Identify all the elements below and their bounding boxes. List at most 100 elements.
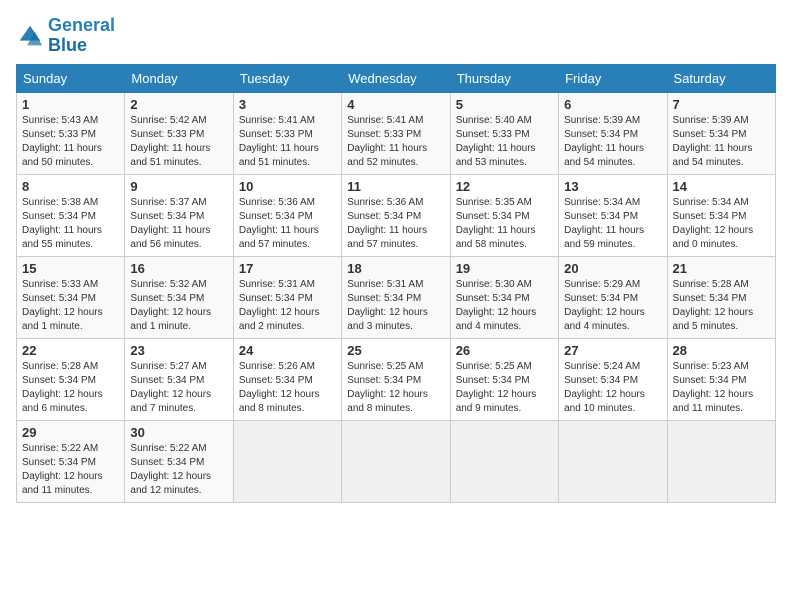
day-number: 18	[347, 261, 444, 276]
calendar-cell: 29 Sunrise: 5:22 AMSunset: 5:34 PMDayligh…	[17, 420, 125, 502]
day-number: 28	[673, 343, 770, 358]
calendar-cell	[667, 420, 775, 502]
day-number: 3	[239, 97, 336, 112]
day-number: 12	[456, 179, 553, 194]
logo-icon	[16, 22, 44, 50]
calendar-cell: 17 Sunrise: 5:31 AMSunset: 5:34 PMDayligh…	[233, 256, 341, 338]
calendar-cell: 30 Sunrise: 5:22 AMSunset: 5:34 PMDayligh…	[125, 420, 233, 502]
cell-info: Sunrise: 5:28 AMSunset: 5:34 PMDaylight:…	[22, 361, 103, 414]
day-number: 17	[239, 261, 336, 276]
cell-info: Sunrise: 5:25 AMSunset: 5:34 PMDaylight:…	[456, 361, 537, 414]
cell-info: Sunrise: 5:36 AMSunset: 5:34 PMDaylight:…	[347, 197, 427, 250]
cell-info: Sunrise: 5:37 AMSunset: 5:34 PMDaylight:…	[130, 197, 210, 250]
cell-info: Sunrise: 5:42 AMSunset: 5:33 PMDaylight:…	[130, 115, 210, 168]
day-number: 2	[130, 97, 227, 112]
weekday-header-wednesday: Wednesday	[342, 64, 450, 92]
cell-info: Sunrise: 5:31 AMSunset: 5:34 PMDaylight:…	[239, 279, 320, 332]
cell-info: Sunrise: 5:28 AMSunset: 5:34 PMDaylight:…	[673, 279, 754, 332]
calendar-cell	[559, 420, 667, 502]
calendar-cell: 1 Sunrise: 5:43 AMSunset: 5:33 PMDaylight…	[17, 92, 125, 174]
calendar-cell: 18Sunrise: 5:31 AMSunset: 5:34 PMDayligh…	[342, 256, 450, 338]
weekday-header-thursday: Thursday	[450, 64, 558, 92]
cell-info: Sunrise: 5:41 AMSunset: 5:33 PMDaylight:…	[347, 115, 427, 168]
day-number: 19	[456, 261, 553, 276]
calendar-cell	[450, 420, 558, 502]
calendar-cell: 21 Sunrise: 5:28 AMSunset: 5:34 PMDayligh…	[667, 256, 775, 338]
calendar-cell: 22Sunrise: 5:28 AMSunset: 5:34 PMDayligh…	[17, 338, 125, 420]
day-number: 16	[130, 261, 227, 276]
calendar-cell: 11 Sunrise: 5:36 AMSunset: 5:34 PMDayligh…	[342, 174, 450, 256]
day-number: 8	[22, 179, 119, 194]
calendar-cell: 12 Sunrise: 5:35 AMSunset: 5:34 PMDayligh…	[450, 174, 558, 256]
weekday-header-saturday: Saturday	[667, 64, 775, 92]
cell-info: Sunrise: 5:38 AMSunset: 5:34 PMDaylight:…	[22, 197, 102, 250]
calendar-cell: 20 Sunrise: 5:29 AMSunset: 5:34 PMDayligh…	[559, 256, 667, 338]
weekday-header-tuesday: Tuesday	[233, 64, 341, 92]
cell-info: Sunrise: 5:26 AMSunset: 5:34 PMDaylight:…	[239, 361, 320, 414]
cell-info: Sunrise: 5:27 AMSunset: 5:34 PMDaylight:…	[130, 361, 211, 414]
day-number: 25	[347, 343, 444, 358]
day-number: 7	[673, 97, 770, 112]
logo-text: GeneralBlue	[48, 16, 115, 56]
calendar-cell: 2 Sunrise: 5:42 AMSunset: 5:33 PMDaylight…	[125, 92, 233, 174]
calendar-cell: 9 Sunrise: 5:37 AMSunset: 5:34 PMDaylight…	[125, 174, 233, 256]
cell-info: Sunrise: 5:30 AMSunset: 5:34 PMDaylight:…	[456, 279, 537, 332]
day-number: 21	[673, 261, 770, 276]
calendar-cell: 14 Sunrise: 5:34 AMSunset: 5:34 PMDayligh…	[667, 174, 775, 256]
weekday-header-friday: Friday	[559, 64, 667, 92]
cell-info: Sunrise: 5:22 AMSunset: 5:34 PMDaylight:…	[130, 443, 211, 496]
cell-info: Sunrise: 5:32 AMSunset: 5:34 PMDaylight:…	[130, 279, 211, 332]
calendar-table: SundayMondayTuesdayWednesdayThursdayFrid…	[16, 64, 776, 503]
cell-info: Sunrise: 5:34 AMSunset: 5:34 PMDaylight:…	[673, 197, 754, 250]
calendar-cell	[233, 420, 341, 502]
weekday-header-monday: Monday	[125, 64, 233, 92]
page-header: GeneralBlue	[16, 16, 776, 56]
calendar-cell: 8 Sunrise: 5:38 AMSunset: 5:34 PMDaylight…	[17, 174, 125, 256]
calendar-cell: 3 Sunrise: 5:41 AMSunset: 5:33 PMDaylight…	[233, 92, 341, 174]
day-number: 9	[130, 179, 227, 194]
cell-info: Sunrise: 5:39 AMSunset: 5:34 PMDaylight:…	[564, 115, 644, 168]
day-number: 20	[564, 261, 661, 276]
calendar-cell: 19 Sunrise: 5:30 AMSunset: 5:34 PMDayligh…	[450, 256, 558, 338]
calendar-cell: 13 Sunrise: 5:34 AMSunset: 5:34 PMDayligh…	[559, 174, 667, 256]
cell-info: Sunrise: 5:40 AMSunset: 5:33 PMDaylight:…	[456, 115, 536, 168]
day-number: 10	[239, 179, 336, 194]
logo: GeneralBlue	[16, 16, 115, 56]
calendar-cell: 4 Sunrise: 5:41 AMSunset: 5:33 PMDaylight…	[342, 92, 450, 174]
cell-info: Sunrise: 5:43 AMSunset: 5:33 PMDaylight:…	[22, 115, 102, 168]
cell-info: Sunrise: 5:34 AMSunset: 5:34 PMDaylight:…	[564, 197, 644, 250]
day-number: 13	[564, 179, 661, 194]
cell-info: Sunrise: 5:39 AMSunset: 5:34 PMDaylight:…	[673, 115, 753, 168]
day-number: 23	[130, 343, 227, 358]
weekday-header-sunday: Sunday	[17, 64, 125, 92]
calendar-cell: 25 Sunrise: 5:25 AMSunset: 5:34 PMDayligh…	[342, 338, 450, 420]
cell-info: Sunrise: 5:23 AMSunset: 5:34 PMDaylight:…	[673, 361, 754, 414]
day-number: 15	[22, 261, 119, 276]
day-number: 24	[239, 343, 336, 358]
calendar-cell: 15 Sunrise: 5:33 AMSunset: 5:34 PMDayligh…	[17, 256, 125, 338]
day-number: 14	[673, 179, 770, 194]
day-number: 6	[564, 97, 661, 112]
day-number: 30	[130, 425, 227, 440]
cell-info: Sunrise: 5:41 AMSunset: 5:33 PMDaylight:…	[239, 115, 319, 168]
day-number: 29	[22, 425, 119, 440]
calendar-cell: 23 Sunrise: 5:27 AMSunset: 5:34 PMDayligh…	[125, 338, 233, 420]
day-number: 1	[22, 97, 119, 112]
cell-info: Sunrise: 5:25 AMSunset: 5:34 PMDaylight:…	[347, 361, 428, 414]
calendar-cell: 10Sunrise: 5:36 AMSunset: 5:34 PMDayligh…	[233, 174, 341, 256]
cell-info: Sunrise: 5:33 AMSunset: 5:34 PMDaylight:…	[22, 279, 103, 332]
calendar-cell: 24 Sunrise: 5:26 AMSunset: 5:34 PMDayligh…	[233, 338, 341, 420]
cell-info: Sunrise: 5:35 AMSunset: 5:34 PMDaylight:…	[456, 197, 536, 250]
day-number: 27	[564, 343, 661, 358]
calendar-cell: 27Sunrise: 5:24 AMSunset: 5:34 PMDayligh…	[559, 338, 667, 420]
calendar-cell: 7 Sunrise: 5:39 AMSunset: 5:34 PMDaylight…	[667, 92, 775, 174]
day-number: 11	[347, 179, 444, 194]
calendar-cell: 28 Sunrise: 5:23 AMSunset: 5:34 PMDayligh…	[667, 338, 775, 420]
cell-info: Sunrise: 5:29 AMSunset: 5:34 PMDaylight:…	[564, 279, 645, 332]
calendar-cell	[342, 420, 450, 502]
calendar-cell: 6 Sunrise: 5:39 AMSunset: 5:34 PMDaylight…	[559, 92, 667, 174]
cell-info: Sunrise: 5:22 AMSunset: 5:34 PMDaylight:…	[22, 443, 103, 496]
day-number: 26	[456, 343, 553, 358]
day-number: 4	[347, 97, 444, 112]
calendar-cell: 16 Sunrise: 5:32 AMSunset: 5:34 PMDayligh…	[125, 256, 233, 338]
